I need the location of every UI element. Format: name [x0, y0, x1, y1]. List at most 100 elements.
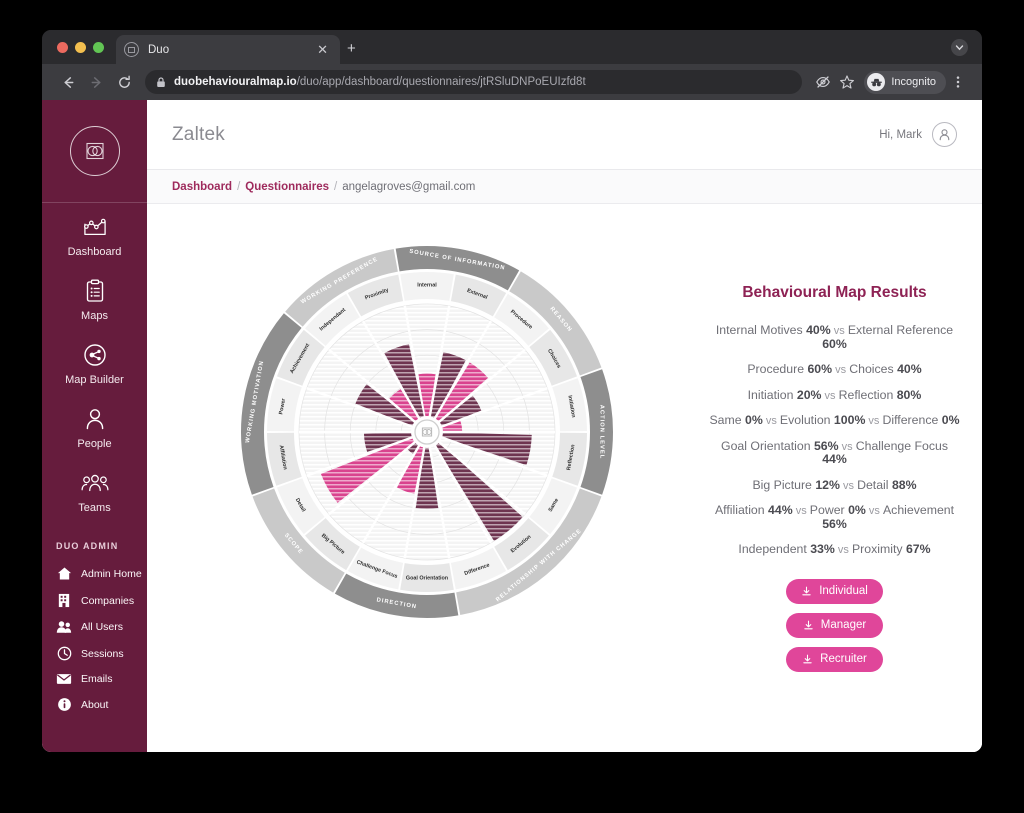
sidebar-item-teams[interactable]: Teams [42, 459, 147, 523]
sidebar-item-label: Emails [81, 673, 113, 685]
result-row: Same 0% vs Evolution 100% vs Difference … [707, 408, 962, 434]
app-header: Zaltek Hi, Mark [147, 100, 982, 170]
vs-label: vs [821, 389, 839, 402]
duo-brand-logo-icon[interactable] [42, 100, 147, 202]
result-segment-name: Initiation [747, 387, 797, 402]
polar-rose-chart: InternalExternalProcedureChoicesInitiati… [241, 246, 613, 618]
result-segment-value: 40% [897, 362, 922, 377]
person-icon [46, 406, 143, 432]
result-row: Procedure 60% vs Choices 40% [707, 357, 962, 383]
window-maximize-button[interactable] [93, 42, 104, 53]
window-close-button[interactable] [57, 42, 68, 53]
behavioural-map-chart: Internal External Procedure Choices Initiati… [147, 222, 707, 752]
sidebar-item-label: About [81, 698, 109, 711]
sidebar-item-label: Companies [81, 594, 135, 607]
clock-icon [56, 646, 72, 661]
vs-label: vs [834, 544, 852, 557]
profile-chip[interactable]: Incognito [864, 70, 946, 94]
sidebar-item-label: All Users [81, 621, 124, 633]
breadcrumb-separator: / [237, 180, 241, 193]
breadcrumb-separator: / [334, 180, 338, 193]
result-segment-name: Achievement [882, 503, 955, 518]
main-content: Internal External Procedure Choices Initiati… [147, 204, 982, 752]
eye-slash-icon[interactable] [811, 70, 835, 94]
breadcrumb: Dashboard / Questionnaires / angelagrove… [147, 170, 982, 204]
results-panel: Behavioural Map Results Internal Motives… [707, 222, 982, 752]
header-right: Hi, Mark [879, 122, 957, 147]
result-segment-value: 60% [807, 362, 833, 377]
sidebar-item-admin-home[interactable]: Admin Home [42, 560, 147, 587]
breadcrumb-item-dashboard[interactable]: Dashboard [172, 181, 232, 193]
back-arrow-icon[interactable] [54, 68, 82, 96]
chart-group-label: ACTION LEVEL [599, 405, 605, 460]
result-segment-name: Same [709, 413, 745, 428]
url-text: duobehaviouralmap.io/duo/app/dashboard/q… [174, 76, 586, 88]
button-label: Manager [820, 619, 867, 632]
browser-toolbar: duobehaviouralmap.io/duo/app/dashboard/q… [42, 64, 982, 100]
result-segment-value: 67% [905, 542, 931, 557]
reload-icon[interactable] [110, 68, 138, 96]
sidebar-admin-section: DUO ADMIN Admin Home Companies All Users… [42, 541, 147, 718]
chart-segment-label: Internal [417, 283, 437, 289]
sidebar-item-label: Sessions [81, 647, 124, 660]
button-label: Individual [819, 585, 868, 598]
greeting-text: Hi, Mark [879, 128, 922, 141]
clipboard-list-icon [46, 278, 143, 304]
forward-arrow-icon[interactable] [82, 68, 110, 96]
lock-icon [156, 76, 166, 88]
sidebar-item-about[interactable]: About [42, 691, 147, 718]
window-minimize-button[interactable] [75, 42, 86, 53]
browser-tab[interactable]: Duo ✕ [116, 35, 340, 64]
result-segment-name: Detail [857, 477, 892, 492]
user-avatar-icon[interactable] [932, 122, 957, 147]
new-tab-button[interactable]: + [347, 41, 356, 56]
page-body: Dashboard Maps Map Builder People Teams … [42, 100, 982, 752]
chevron-down-circle-icon[interactable] [951, 39, 968, 56]
vs-label: vs [762, 415, 780, 428]
breadcrumb-item-questionnaires[interactable]: Questionnaires [245, 181, 329, 193]
result-segment-value: 56% [822, 516, 847, 531]
result-row: Big Picture 12% vs Detail 88% [707, 473, 962, 499]
sidebar-item-emails[interactable]: Emails [42, 667, 147, 691]
result-segment-value: 33% [810, 542, 835, 557]
download-icon [801, 586, 812, 597]
download-individual-button[interactable]: Individual [786, 578, 883, 604]
sidebar-item-companies[interactable]: Companies [42, 587, 147, 614]
result-segment-name: Affiliation [714, 503, 769, 518]
close-icon[interactable]: ✕ [313, 41, 332, 58]
kebab-menu-icon[interactable] [946, 70, 970, 94]
download-icon [803, 620, 814, 631]
envelope-icon [56, 673, 72, 685]
result-segment-value: 20% [796, 387, 822, 402]
download-recruiter-button[interactable]: Recruiter [786, 646, 883, 672]
sidebar-item-label: Map Builder [65, 374, 124, 386]
result-segment-name: Evolution [779, 413, 834, 428]
download-manager-button[interactable]: Manager [786, 612, 883, 638]
chart-group-band [580, 369, 613, 495]
vs-label: vs [839, 479, 858, 492]
building-icon [56, 593, 72, 608]
node-network-icon [46, 342, 143, 368]
chart-line-icon [46, 214, 143, 240]
users-icon [56, 620, 72, 634]
sidebar-item-dashboard[interactable]: Dashboard [42, 203, 147, 267]
result-segment-name: Power [809, 503, 849, 518]
download-buttons: Individual Manager Recruiter [707, 578, 962, 672]
breadcrumb-item-current: angelagroves@gmail.com [342, 180, 476, 193]
sidebar-item-all-users[interactable]: All Users [42, 614, 147, 640]
results-list: Internal Motives 40% vs External Referen… [707, 318, 962, 563]
result-segment-name: Proximity [851, 542, 906, 557]
sidebar-item-sessions[interactable]: Sessions [42, 640, 147, 667]
home-icon [56, 566, 72, 581]
sidebar-item-people[interactable]: People [42, 395, 147, 459]
sidebar-item-map-builder[interactable]: Map Builder [42, 331, 147, 395]
star-icon[interactable] [835, 70, 859, 94]
people-group-icon [46, 470, 143, 496]
result-segment-value: 60% [822, 336, 847, 351]
browser-window: Duo ✕ + duobehaviouralmap.io/duo/app/das… [42, 30, 982, 752]
vs-label: vs [838, 440, 856, 453]
address-bar[interactable]: duobehaviouralmap.io/duo/app/dashboard/q… [145, 70, 803, 94]
result-segment-name: Internal Motives [715, 323, 807, 337]
result-row: Affiliation 44% vs Power 0% vs Achieveme… [707, 498, 962, 537]
sidebar-item-maps[interactable]: Maps [42, 267, 147, 331]
